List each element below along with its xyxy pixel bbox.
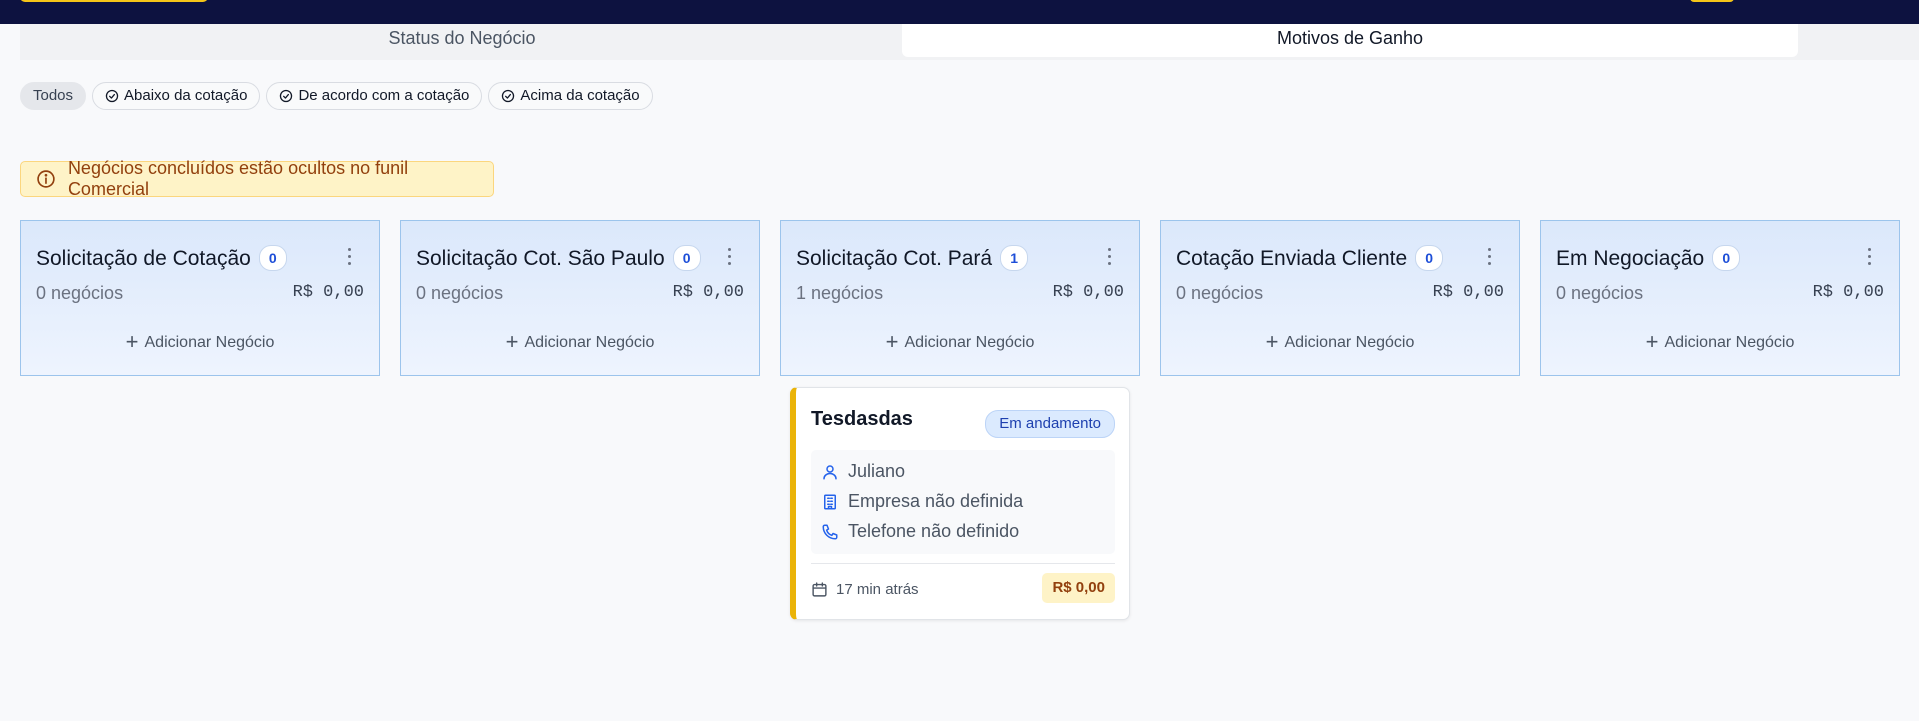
plus-icon: + [1645,329,1659,354]
deal-company: Empresa não definida [848,491,1024,511]
deal-card[interactable]: Tesdasdas Em andamento Juliano Empresa n… [790,387,1130,620]
pipeline-column: Em Negociação 0 0 negócios R$ 0,00 + Adici… [1540,220,1900,376]
column-total-value: R$ 0,00 [672,283,744,302]
alert-text: Negócios concluídos estão ocultos no fun… [67,158,409,199]
check-circle-icon [502,89,515,103]
filter-chip-label: De acordo com a cotação [298,87,470,104]
add-deal-button[interactable]: + Adicionar Negócio [1541,329,1899,355]
filter-chip-label: Todos [33,87,74,104]
add-deal-button[interactable]: + Adicionar Negócio [401,329,759,355]
check-circle-icon [280,89,293,103]
more-vertical-icon[interactable] [725,248,733,268]
tab-motivos-de-ganho[interactable]: Motivos de Ganho [902,24,1798,57]
filter-bar: Todos Abaixo da cotação De acordo com a … [20,82,653,110]
pipeline-column: Cotação Enviada Cliente 0 0 negócios R$ 0… [1160,220,1520,376]
column-title: Solicitação de Cotação 0 [36,245,287,271]
filter-chip-de-acordo[interactable]: De acordo com a cotação [266,82,483,110]
deal-phone: Telefone não definido [848,521,1020,541]
pipeline-column: Solicitação Cot. Pará 1 1 negócios R$ 0,0… [780,220,1140,376]
column-deal-count: 0 negócios [1176,283,1264,303]
plus-icon: + [885,329,899,354]
more-vertical-icon[interactable] [1105,248,1113,268]
plus-icon: + [1265,329,1279,354]
info-icon [37,170,55,188]
deal-title: Tesdasdas [811,408,913,430]
column-deal-count: 0 negócios [416,283,504,303]
filter-chip-acima[interactable]: Acima da cotação [488,82,653,110]
pipeline-column: Solicitação de Cotação 0 0 negócios R$ 0,… [20,220,380,376]
pipeline-column: Solicitação Cot. São Paulo 0 0 negócios R… [400,220,760,376]
deal-company-row: Empresa não definida [821,491,1023,512]
divider [811,563,1115,564]
deal-value-badge: R$ 0,00 [1042,573,1115,603]
column-title: Solicitação Cot. Pará 1 [796,245,1029,271]
column-deal-count: 0 negócios [36,283,124,303]
add-deal-button[interactable]: + Adicionar Negócio [781,329,1139,355]
building-icon [824,494,836,509]
add-deal-button[interactable]: + Adicionar Negócio [21,329,379,355]
more-vertical-icon[interactable] [1865,248,1873,268]
column-count-badge: 0 [258,245,287,271]
deal-contact-row: Juliano [821,461,905,482]
deal-info-box: Juliano Empresa não definida Telefone nã… [811,450,1115,554]
more-vertical-icon[interactable] [1485,248,1493,268]
column-total-value: R$ 0,00 [1432,283,1504,302]
column-total-value: R$ 0,00 [1052,283,1124,302]
column-count-badge: 0 [1415,245,1444,271]
top-navbar [0,0,1919,24]
check-circle-icon [105,89,119,103]
add-deal-button[interactable]: + Adicionar Negócio [1161,329,1519,355]
column-title: Solicitação Cot. São Paulo 0 [416,245,701,271]
column-title: Em Negociação 0 [1556,245,1741,271]
column-count-badge: 1 [1000,245,1029,271]
column-total-value: R$ 0,00 [292,283,364,302]
filter-chip-todos[interactable]: Todos [20,82,87,110]
more-vertical-icon[interactable] [345,248,353,268]
filter-chip-label: Acima da cotação [520,87,640,104]
plus-icon: + [505,329,519,354]
navbar-right-button[interactable] [1690,0,1734,2]
column-count-badge: 0 [672,245,701,271]
column-total-value: R$ 0,00 [1812,283,1884,302]
navbar-left-button[interactable] [20,0,208,2]
view-tabs: Status do Negócio Motivos de Ganho [20,24,1919,60]
phone-icon [822,524,838,539]
status-badge: Em andamento [985,410,1115,438]
deal-phone-row: Telefone não definido [821,521,1019,542]
filter-chip-abaixo[interactable]: Abaixo da cotação [92,82,261,110]
plus-icon: + [125,329,139,354]
filter-chip-label: Abaixo da cotação [124,87,248,104]
column-count-badge: 0 [1712,245,1741,271]
tab-status-do-negocio[interactable]: Status do Negócio [20,24,904,57]
column-deal-count: 1 negócios [796,283,884,303]
hidden-deals-alert: Negócios concluídos estão ocultos no fun… [20,158,494,199]
user-icon [823,464,837,479]
column-title: Cotação Enviada Cliente 0 [1176,245,1444,271]
deal-time-row: 17 min atrás [811,581,919,598]
deal-time: 17 min atrás [836,581,919,598]
column-deal-count: 0 negócios [1556,283,1644,303]
deal-contact: Juliano [848,461,906,481]
calendar-icon [812,582,827,597]
